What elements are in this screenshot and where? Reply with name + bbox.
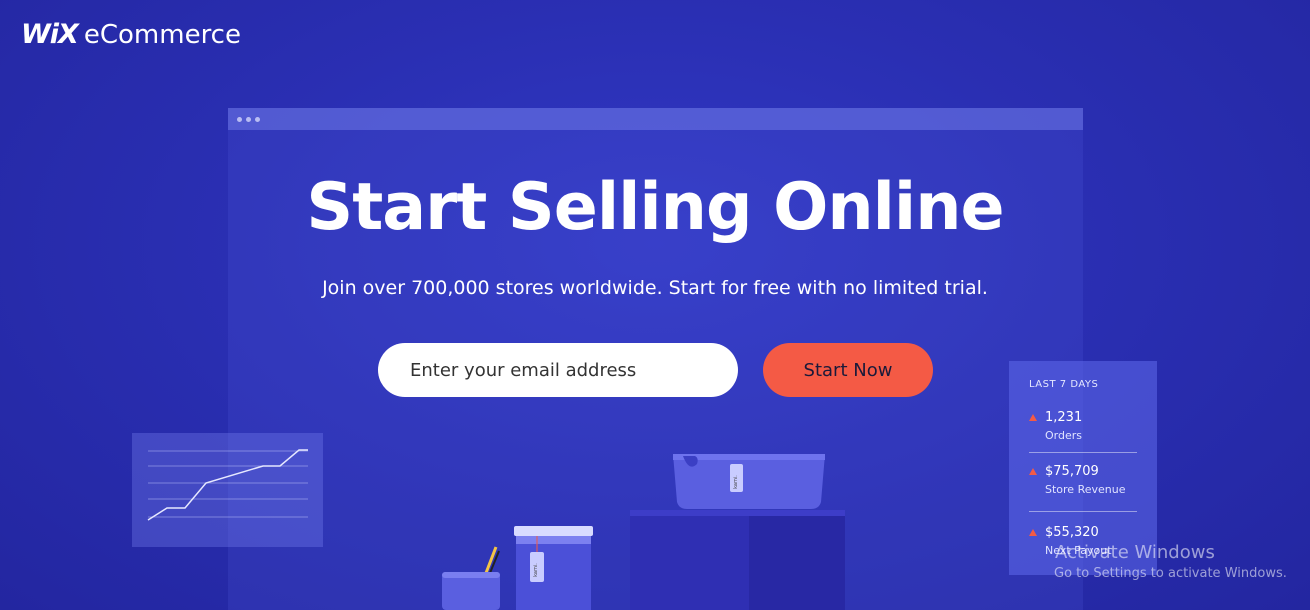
product-tag-text: kami. (733, 475, 739, 489)
logo-product: eCommerce (83, 20, 241, 50)
logo-wix: WiX (21, 19, 79, 50)
logo[interactable]: WiX eCommerce (21, 19, 241, 50)
stat-label: Store Revenue (1045, 483, 1126, 496)
pencil-cup-illustration (442, 546, 500, 610)
window-dot-icon (255, 117, 260, 122)
divider (1029, 452, 1137, 453)
jar-illustration: kami. (514, 526, 593, 610)
stat-value: 1,231 (1045, 410, 1083, 425)
pedestal-side (749, 510, 845, 610)
window-dot-icon (237, 117, 242, 122)
browser-bar (228, 108, 1083, 130)
stat-value: $55,320 (1045, 525, 1099, 540)
stat-value: $75,709 (1045, 464, 1099, 479)
divider (1029, 511, 1137, 512)
product-tag-text: kami. (533, 563, 539, 577)
start-now-button[interactable]: Start Now (763, 343, 933, 397)
windows-watermark-subtitle: Go to Settings to activate Windows. (1054, 566, 1287, 581)
sales-chart-card (132, 433, 323, 547)
stats-heading: LAST 7 DAYS (1029, 379, 1099, 390)
pedestal-top (630, 510, 845, 516)
storage-box-illustration: kami. (673, 454, 825, 509)
trend-line (147, 449, 308, 521)
up-arrow-icon (1029, 414, 1037, 421)
windows-watermark-title: Activate Windows (1055, 542, 1215, 563)
up-arrow-icon (1029, 529, 1037, 536)
stat-label: Orders (1045, 429, 1082, 442)
email-input[interactable] (378, 343, 738, 397)
hero-subtitle: Join over 700,000 stores worldwide. Star… (322, 277, 988, 299)
hero-title: Start Selling Online (306, 170, 1004, 245)
line-chart-illustration (147, 449, 308, 521)
window-dot-icon (246, 117, 251, 122)
up-arrow-icon (1029, 468, 1037, 475)
